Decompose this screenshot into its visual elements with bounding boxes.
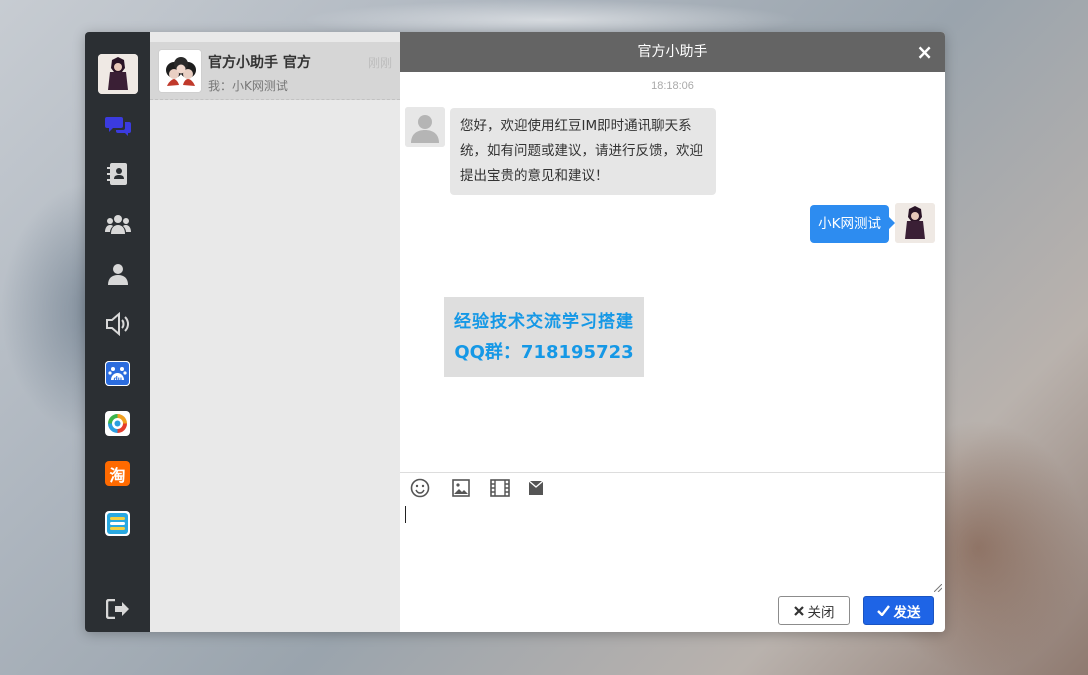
sidebar: du 淘 [85, 32, 150, 632]
tencent-news-app-icon[interactable] [104, 410, 131, 437]
image-icon[interactable] [451, 478, 471, 498]
taobao-app-icon[interactable]: 淘 [104, 460, 131, 487]
message-timestamp: 18:18:06 [651, 80, 694, 92]
watermark: 经验技术交流学习搭建 QQ群：718195723 [444, 297, 644, 377]
input-toolbar [400, 472, 945, 502]
checkmark-icon [876, 605, 890, 616]
conversation-item[interactable]: 官方小助手 官方 刚刚 我：小K网测试 [150, 42, 400, 100]
chat-title: 官方小助手 [637, 44, 708, 60]
close-icon[interactable]: × [916, 32, 933, 72]
watermark-line1: 经验技术交流学习搭建 [454, 312, 634, 332]
emoji-icon[interactable] [410, 478, 430, 498]
assistant-avatar [158, 49, 202, 93]
close-button[interactable]: 关闭 [778, 596, 850, 625]
resize-grip-icon[interactable] [934, 584, 942, 592]
watermark-line2: QQ群：718195723 [454, 342, 634, 363]
conversation-time: 刚刚 [367, 56, 392, 70]
conversation-list: 官方小助手 官方 刚刚 我：小K网测试 [150, 32, 400, 632]
close-button-label: 关闭 [807, 604, 835, 621]
close-x-icon [793, 605, 804, 616]
send-button-label: 发送 [893, 604, 921, 621]
speaker-icon[interactable] [104, 310, 131, 337]
default-avatar-icon [405, 107, 445, 147]
message-bubble-sent: 小K网测试 [810, 205, 895, 243]
logout-icon[interactable] [104, 595, 131, 622]
text-caret [405, 506, 406, 523]
svg-text:du: du [114, 376, 123, 383]
chat-bubbles-icon[interactable] [104, 112, 131, 139]
im-window: du 淘 官方小助手 官方 刚刚 我：小K网测试 官方小助手 × 18:18:0… [85, 32, 945, 632]
stack-app-icon[interactable] [104, 510, 131, 537]
file-icon[interactable] [526, 478, 546, 498]
message-bubble-received: 您好，欢迎使用红豆IM即时通讯聊天系统，如有问题或建议，请进行反馈，欢迎提出宝贵… [450, 108, 716, 195]
chat-panel: 官方小助手 × 18:18:06 您好，欢迎使用红豆IM即时通讯聊天系统，如有问… [400, 32, 945, 632]
chat-header: 官方小助手 × [400, 32, 945, 72]
user-avatar[interactable] [98, 54, 138, 94]
video-icon[interactable] [490, 478, 510, 498]
conversation-name: 官方小助手 官方 [208, 55, 311, 71]
send-button[interactable]: 发送 [863, 596, 934, 625]
address-book-icon[interactable] [104, 160, 131, 187]
baidu-app-icon[interactable]: du [104, 360, 131, 387]
message-input[interactable] [400, 502, 945, 594]
group-icon[interactable] [104, 210, 131, 237]
self-avatar [895, 203, 935, 243]
conversation-preview: 我：小K网测试 [208, 79, 288, 93]
user-icon[interactable] [104, 260, 131, 287]
